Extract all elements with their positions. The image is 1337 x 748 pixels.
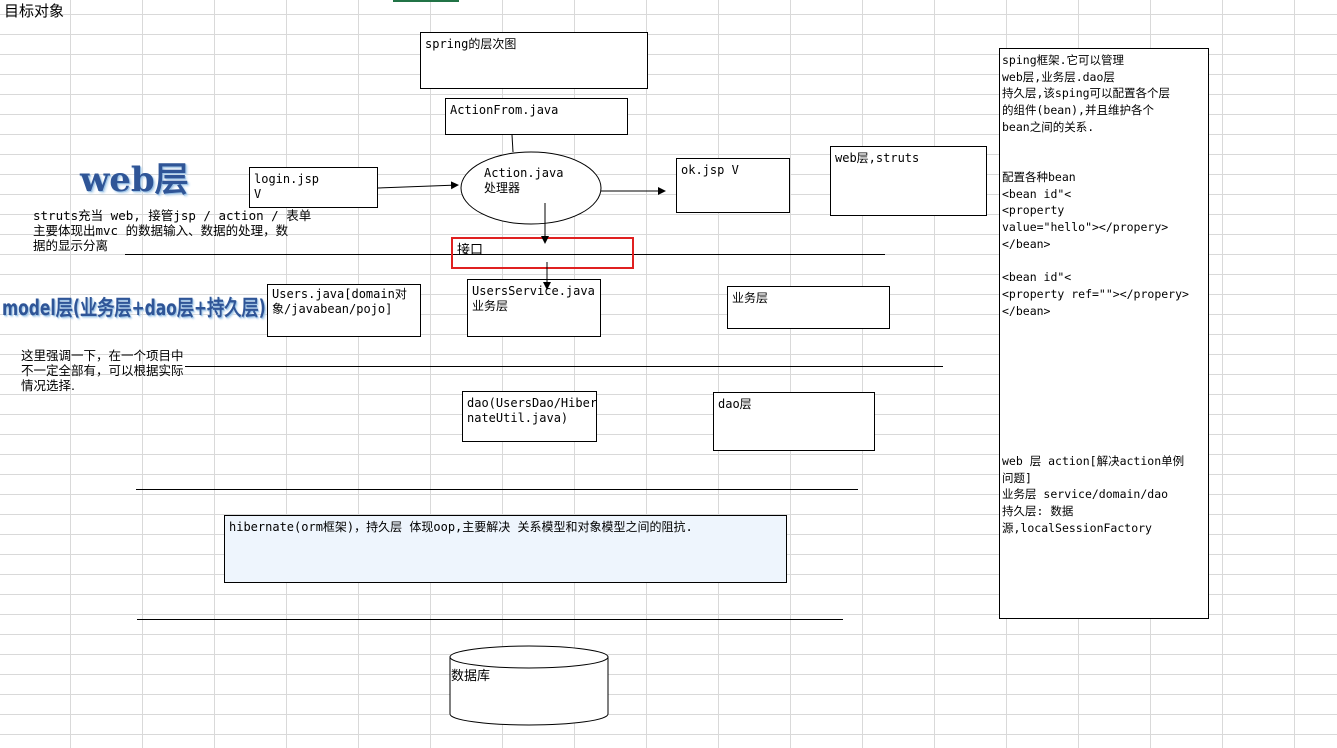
connector-actionform-to-action (511, 134, 514, 153)
emphasis-note: 这里强调一下，在一个项目中 不一定全部有，可以根据实际 情况选择. (21, 348, 184, 393)
cell-label: 目标对象 (4, 2, 65, 20)
dao-layer-box: dao层 (713, 392, 875, 451)
dao-files-box: dao(UsersDao/Hiber nateUtil.java) (462, 391, 597, 442)
login-jsp-box: login.jsp V (249, 167, 378, 208)
separator-line-model (185, 366, 943, 367)
arrow-login-to-action (377, 181, 459, 190)
spring-title-box: spring的层次图 (420, 32, 648, 89)
action-java-label: Action.java 处理器 (484, 166, 564, 195)
active-cell-marker (393, 0, 459, 2)
ok-jsp-box: ok.jsp V (676, 158, 790, 213)
web-struts-box: web层,struts (830, 146, 987, 216)
hibernate-box: hibernate(orm框架)，持久层 体现oop,主要解决 关系模型和对象模… (224, 515, 787, 583)
interface-box: 接口 (451, 237, 634, 269)
model-layer-title: model层(业务层+dao层+持久层) (2, 296, 266, 320)
database-cylinder (449, 645, 609, 726)
spring-sidebar: sping框架.它可以管理 web层,业务层.dao层 持久层,该sping可以… (999, 48, 1209, 619)
separator-line-dao (136, 489, 858, 490)
business-layer-box: 业务层 (727, 286, 890, 329)
action-form-box: ActionFrom.java (445, 98, 628, 135)
users-java-box: Users.java[domain对 象/javabean/pojo] (267, 284, 421, 337)
web-layer-title: web层 (80, 160, 189, 200)
database-label: 数据库 (451, 669, 491, 684)
users-service-box: UsersService.java 业务层 (467, 279, 601, 337)
struts-description: struts充当 web, 接管jsp / action / 表单 主要体现出m… (33, 208, 312, 253)
separator-line-hibernate (137, 619, 843, 620)
